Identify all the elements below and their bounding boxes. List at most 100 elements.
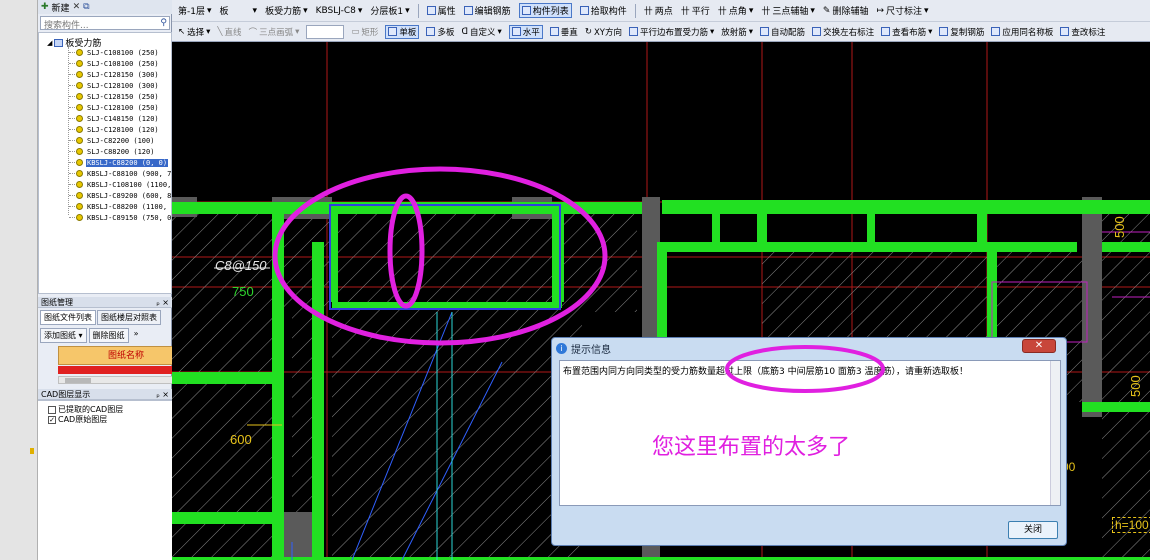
tree-connector xyxy=(69,107,75,108)
pick-component-button[interactable]: 拾取构件 xyxy=(579,4,627,17)
copy-icon[interactable]: ⧉ xyxy=(83,2,89,12)
auto-rebar-icon xyxy=(760,27,770,36)
tree-item[interactable]: SLJ-C108100 (250) xyxy=(69,47,160,58)
rebar-icon xyxy=(76,159,83,166)
three-point-axis-button[interactable]: 卄三点辅轴 ▾ xyxy=(761,4,815,18)
tree-connector xyxy=(69,63,75,64)
message-scrollbar[interactable] xyxy=(1050,361,1060,505)
subcategory-select[interactable]: 板受力筋 ▾ xyxy=(265,4,308,18)
dimension-button[interactable]: ↦ 尺寸标注 ▾ xyxy=(876,4,928,18)
tree-item[interactable]: SLJ-C128150 (250) xyxy=(69,91,160,102)
delete-drawing-button[interactable]: 删除图纸 xyxy=(88,328,129,343)
tree-item[interactable]: SLJ-C108100 (250) xyxy=(69,58,160,69)
copy-rebar-button[interactable]: 复制钢筋 xyxy=(939,26,984,38)
new-button[interactable]: 新建 xyxy=(52,1,70,14)
line-icon: ╲ xyxy=(217,26,223,37)
arc-label: 三点画弧 xyxy=(259,27,294,38)
tree-item-label: KBSLJ-C108100 (1100, 11 xyxy=(87,180,172,189)
tree-connector xyxy=(69,118,75,119)
tab-drawing-files[interactable]: 图纸文件列表 xyxy=(40,310,96,325)
rect-button[interactable]: ▭ 矩形 xyxy=(351,26,378,38)
delete-axis-label: 删除辅轴 xyxy=(832,7,869,17)
two-point-button[interactable]: 卄两点 xyxy=(644,4,673,17)
line-button[interactable]: ╲ 直线 xyxy=(217,26,241,38)
dock-strip xyxy=(0,0,38,560)
single-slab-button[interactable]: 单板 xyxy=(385,24,420,39)
cad-layer-original[interactable]: ✓ CAD原始图层 xyxy=(48,414,107,425)
tree-connector xyxy=(69,195,75,196)
more-button[interactable]: » xyxy=(131,328,142,343)
component-panel: ✚ 新建 ✕ ⧉ 搜索构件... ⚲ ◢ 板受力筋 SLJ-C108100 (2… xyxy=(38,0,194,560)
properties-button[interactable]: 属性 xyxy=(426,4,456,17)
message-box: 布置范围内同方向同类型的受力筋数量超过上限（底筋3 中间层筋10 面筋3 温度筋… xyxy=(559,360,1061,506)
apply-icon xyxy=(991,27,1001,36)
parallel-button[interactable]: 卄平行 xyxy=(681,4,710,17)
tab-floor-mapping[interactable]: 图纸楼层对照表 xyxy=(97,310,161,325)
add-drawing-button[interactable]: 添加图纸 ▾ xyxy=(40,328,87,343)
tree-item[interactable]: SLJ-C148150 (120) xyxy=(69,113,160,124)
drawing-mgmt-pin-icon[interactable]: ₚ × xyxy=(156,298,169,307)
floor-select[interactable]: 第-1层 ▾ xyxy=(178,4,212,18)
close-button[interactable]: 关闭 xyxy=(1008,521,1058,539)
tree-connector xyxy=(69,173,75,174)
tree-item[interactable]: KBSLJ-C88100 (900, 700) xyxy=(69,168,171,179)
arc-combo[interactable] xyxy=(306,24,345,39)
tree-item[interactable]: SLJ-C128100 (250) xyxy=(69,102,160,113)
new-icon[interactable]: ✚ xyxy=(41,2,49,12)
main-toolbar: 第-1层 ▾ 板 ▾ 板受力筋 ▾ KBSLJ-C8 ▾ 分层板1 ▾ 属性 编… xyxy=(172,0,1150,22)
dialog-title: 提示信息 xyxy=(571,345,611,356)
edit-label-button[interactable]: 查改标注 xyxy=(1060,26,1105,38)
edit-rebar-button[interactable]: 编辑钢筋 xyxy=(463,4,511,17)
cad-layers-pin-icon[interactable]: ₚ × xyxy=(156,390,169,399)
radial-button[interactable]: 放射筋 ▾ xyxy=(721,26,753,38)
collapse-icon[interactable]: ◢ xyxy=(47,39,52,47)
auto-rebar-button[interactable]: 自动配筋 xyxy=(760,26,805,38)
select-label: 选择 xyxy=(187,27,205,38)
tree-item[interactable]: KBSLJ-C88200 (0, 0) xyxy=(69,157,169,168)
tree-item[interactable]: KBSLJ-C89150 (750, 0) xyxy=(69,212,171,223)
select-button[interactable]: ↖ 选择 ▾ xyxy=(178,26,210,38)
tree-item[interactable]: KBSLJ-C88200 (1100, 0) xyxy=(69,201,171,212)
original-checkbox[interactable]: ✓ xyxy=(48,415,56,424)
category-select[interactable]: 板 ▾ xyxy=(220,4,258,18)
tree-item[interactable]: KBSLJ-C108100 (1100, 11 xyxy=(69,179,172,190)
parallel-edge-button[interactable]: 平行边布置受力筋 ▾ xyxy=(628,26,714,38)
component-search-input[interactable]: 搜索构件... ⚲ xyxy=(40,16,170,31)
scrollbar-thumb[interactable] xyxy=(65,378,91,383)
tree-item[interactable]: SLJ-C128150 (300) xyxy=(69,69,160,80)
tree-item[interactable]: SLJ-C128100 (300) xyxy=(69,80,160,91)
info-icon: i xyxy=(556,343,567,354)
extracted-checkbox[interactable] xyxy=(48,405,56,414)
swap-labels-button[interactable]: 交换左右标注 xyxy=(812,26,874,38)
tree-connector xyxy=(69,129,75,130)
three-point-axis-label: 三点辅轴 xyxy=(772,7,809,17)
point-angle-button[interactable]: 卄点角 ▾ xyxy=(718,4,754,18)
multi-slab-button[interactable]: 多板 xyxy=(426,26,454,38)
view-rebar-button[interactable]: 查看布筋 ▾ xyxy=(881,26,932,38)
tree-item-label: SLJ-C82200 (100) xyxy=(87,136,155,145)
close-icon[interactable]: ✕ xyxy=(1022,339,1056,353)
tree-item-label: SLJ-C108100 (250) xyxy=(87,48,159,57)
swap-icon xyxy=(812,27,822,36)
tree-item[interactable]: SLJ-C88200 (120) xyxy=(69,146,155,157)
arc-button[interactable]: ⌒ 三点画弧 ▾ xyxy=(249,26,300,38)
tree-item[interactable]: SLJ-C82200 (100) xyxy=(69,135,155,146)
vertical-button[interactable]: 垂直 xyxy=(549,26,578,38)
search-icon[interactable]: ⚲ xyxy=(160,18,167,28)
component-list-button[interactable]: 构件列表 xyxy=(518,3,572,18)
xy-direction-button[interactable]: ↻ XY方向 xyxy=(585,26,622,38)
tree-item-label: SLJ-C128150 (300) xyxy=(87,70,159,79)
view-rebar-icon xyxy=(881,27,891,36)
apply-same-name-button[interactable]: 应用同名称板 xyxy=(991,26,1053,38)
delete-axis-button[interactable]: ✎ 删除辅轴 xyxy=(823,4,869,18)
tree-connector xyxy=(69,85,75,86)
delete-icon[interactable]: ✕ xyxy=(73,2,81,12)
tree-item[interactable]: SLJ-C128100 (120) xyxy=(69,124,160,135)
tree-connector xyxy=(69,74,75,75)
tree-item[interactable]: KBSLJ-C89200 (600, 800) xyxy=(69,190,171,201)
layer-select[interactable]: 分层板1 ▾ xyxy=(370,4,409,18)
custom-button[interactable]: ᗡ 自定义 ▾ xyxy=(461,26,501,38)
horizontal-button[interactable]: 水平 xyxy=(508,24,543,39)
component-select[interactable]: KBSLJ-C8 ▾ xyxy=(316,6,363,16)
auto-rebar-label: 自动配筋 xyxy=(771,27,806,38)
